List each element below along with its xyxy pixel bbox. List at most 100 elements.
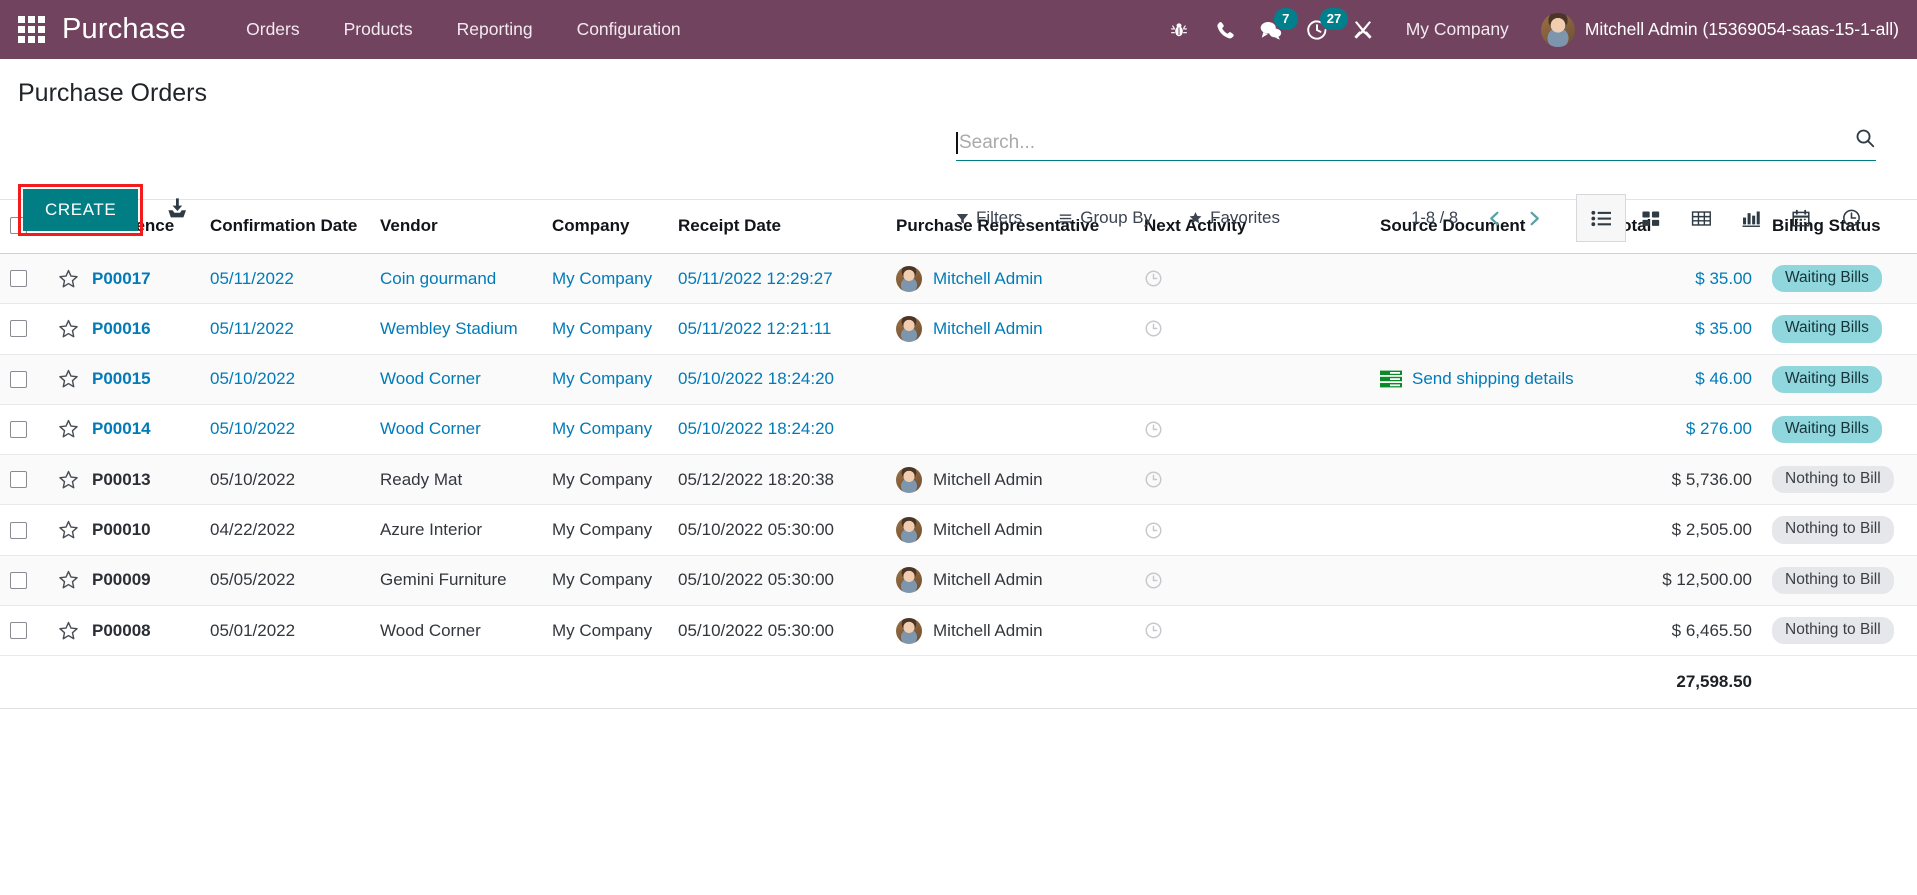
row-checkbox[interactable] (10, 270, 27, 288)
row-favorite-cell[interactable] (48, 555, 82, 606)
next-activity-icon[interactable] (1144, 521, 1360, 540)
cell-billing-status: Nothing to Bill (1762, 555, 1912, 606)
row-favorite-cell[interactable] (48, 253, 82, 305)
menu-item-reporting[interactable]: Reporting (435, 0, 555, 59)
row-checkbox[interactable] (10, 370, 27, 388)
graph-view-button[interactable] (1726, 194, 1776, 242)
row-select-cell[interactable] (0, 404, 48, 456)
table-row[interactable]: P00013 05/10/2022 Ready Mat My Company 05/12… (0, 454, 1917, 506)
optional-columns-toggle[interactable] (1912, 200, 1917, 254)
cell-receipt-date: 05/11/2022 12:21:11 (668, 303, 886, 355)
create-button-highlight: CREATE (18, 184, 144, 236)
cell-reference[interactable]: P00010 (82, 504, 200, 556)
bug-icon[interactable] (1156, 0, 1202, 59)
row-select-cell[interactable] (0, 504, 48, 556)
cell-reference[interactable]: P00016 (82, 303, 200, 355)
column-header-company[interactable]: Company (542, 200, 668, 254)
create-button[interactable]: CREATE (23, 189, 139, 231)
pager-next-button[interactable] (1514, 201, 1554, 235)
cell-confirmation-date: 04/22/2022 (200, 504, 370, 556)
calendar-view-button[interactable] (1776, 194, 1826, 242)
user-name-label: Mitchell Admin (15369054-saas-15-1-all) (1584, 19, 1899, 39)
next-activity-icon[interactable] (1144, 571, 1360, 590)
cell-company: My Company (542, 354, 668, 405)
cell-reference[interactable]: P00015 (82, 354, 200, 405)
column-header-vendor[interactable]: Vendor (370, 200, 542, 254)
column-header-confirmation-date[interactable]: Confirmation Date (200, 200, 370, 254)
table-row[interactable]: P00008 05/01/2022 Wood Corner My Company 05/… (0, 605, 1917, 657)
row-checkbox[interactable] (10, 420, 27, 438)
messages-icon[interactable]: 7 (1248, 0, 1298, 59)
row-favorite-cell[interactable] (48, 504, 82, 556)
row-select-cell[interactable] (0, 354, 48, 405)
cell-confirmation-date: 05/10/2022 (200, 354, 370, 405)
search-input[interactable] (959, 132, 1846, 154)
row-checkbox[interactable] (10, 622, 27, 640)
list-view-button[interactable] (1576, 194, 1626, 242)
cell-reference[interactable]: P00014 (82, 404, 200, 456)
source-document-link[interactable]: Send shipping details (1412, 369, 1574, 389)
company-switcher[interactable]: My Company (1386, 19, 1529, 40)
table-row[interactable]: P00010 04/22/2022 Azure Interior My Company… (0, 504, 1917, 556)
kanban-view-button[interactable] (1626, 194, 1676, 242)
phone-icon[interactable] (1202, 0, 1248, 59)
table-row[interactable]: P00009 05/05/2022 Gemini Furniture My Compa… (0, 555, 1917, 606)
cell-confirmation-date: 05/11/2022 (200, 253, 370, 305)
representative-name: Mitchell Admin (933, 268, 1043, 288)
cell-billing-status: Nothing to Bill (1762, 504, 1912, 556)
row-favorite-cell[interactable] (48, 404, 82, 456)
cell-reference[interactable]: P00009 (82, 555, 200, 606)
menu-item-configuration[interactable]: Configuration (555, 0, 703, 59)
next-activity-icon[interactable] (1144, 269, 1360, 288)
star-icon (59, 269, 78, 288)
next-activity-icon[interactable] (1144, 319, 1360, 338)
table-row[interactable]: P00017 05/11/2022 Coin gourmand My Company 0… (0, 253, 1917, 305)
favorites-button[interactable]: Favorites (1188, 208, 1280, 228)
cell-reference[interactable]: P00017 (82, 253, 200, 305)
representative-name: Mitchell Admin (933, 570, 1043, 590)
cell-source-document (1370, 504, 1602, 556)
menu-item-orders[interactable]: Orders (224, 0, 321, 59)
row-checkbox[interactable] (10, 571, 27, 589)
search-box[interactable] (956, 127, 1876, 161)
pager-previous-button[interactable] (1474, 201, 1514, 235)
row-favorite-cell[interactable] (48, 454, 82, 506)
tools-icon[interactable] (1340, 0, 1386, 59)
next-activity-icon[interactable] (1144, 621, 1360, 640)
row-select-cell[interactable] (0, 253, 48, 305)
row-checkbox[interactable] (10, 521, 27, 539)
row-checkbox[interactable] (10, 471, 27, 489)
cell-confirmation-date: 05/10/2022 (200, 454, 370, 506)
row-select-cell[interactable] (0, 454, 48, 506)
table-row[interactable]: P00014 05/10/2022 Wood Corner My Company 05/… (0, 404, 1917, 456)
table-row[interactable]: P00015 05/10/2022 Wood Corner My Company 05/… (0, 354, 1917, 405)
menu-item-products[interactable]: Products (322, 0, 435, 59)
filters-button[interactable]: Filters (956, 208, 1022, 228)
group-by-button[interactable]: Group By (1058, 208, 1152, 228)
table-footer-row: 27,598.50 (0, 655, 1917, 710)
cell-reference[interactable]: P00008 (82, 605, 200, 657)
chevron-left-icon (1489, 211, 1498, 225)
download-icon[interactable] (165, 196, 189, 225)
cell-reference[interactable]: P00013 (82, 454, 200, 506)
row-select-cell[interactable] (0, 555, 48, 606)
activities-clock-icon[interactable]: 27 (1294, 0, 1349, 59)
row-select-cell[interactable] (0, 303, 48, 355)
avatar (896, 315, 922, 342)
row-favorite-cell[interactable] (48, 354, 82, 405)
status-badge: Nothing to Bill (1772, 616, 1894, 645)
column-header-receipt-date[interactable]: Receipt Date (668, 200, 886, 254)
row-select-cell[interactable] (0, 605, 48, 657)
next-activity-icon[interactable] (1144, 420, 1360, 439)
table-row[interactable]: P00016 05/11/2022 Wembley Stadium My Compan… (0, 303, 1917, 355)
next-activity-icon[interactable] (1144, 470, 1360, 489)
apps-grid-icon[interactable] (0, 0, 62, 59)
pivot-view-button[interactable] (1676, 194, 1726, 242)
activity-view-button[interactable] (1826, 194, 1876, 242)
cell-company: My Company (542, 303, 668, 355)
row-favorite-cell[interactable] (48, 303, 82, 355)
row-favorite-cell[interactable] (48, 605, 82, 657)
row-checkbox[interactable] (10, 320, 27, 338)
magnifier-icon[interactable] (1846, 127, 1876, 154)
user-menu[interactable]: Mitchell Admin (15369054-saas-15-1-all) (1529, 12, 1899, 47)
